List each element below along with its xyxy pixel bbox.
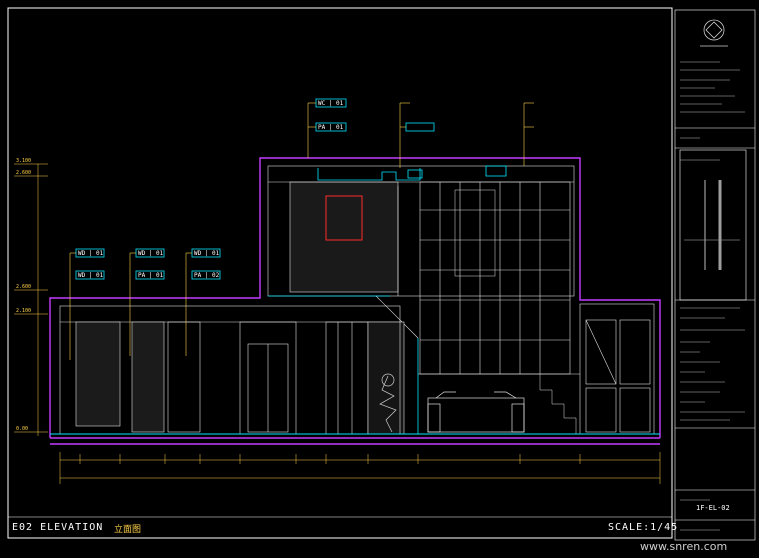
tag-wd01-a: WD | 01	[78, 250, 104, 257]
tag-wd01-b: WD | 01	[78, 272, 104, 279]
title-block	[674, 9, 756, 541]
level-1: 3.100	[16, 158, 31, 164]
lower-walls	[59, 305, 405, 435]
tag-wd01-c: WD | 01	[138, 250, 164, 257]
level-2: 2.600	[16, 170, 31, 176]
stair	[418, 373, 580, 434]
level-3: 2.600	[16, 284, 31, 290]
scale-label: SCALE:1/45	[608, 522, 679, 533]
upper-room	[267, 165, 575, 375]
tag-wd01-d: WD | 01	[194, 250, 220, 257]
sofa	[427, 391, 525, 433]
title-block-notes	[680, 61, 745, 531]
tag-pa01-top: PA | 01	[318, 124, 344, 131]
level-5: 0.00	[16, 426, 28, 432]
watermark: www.snren.com	[640, 540, 728, 553]
elevation-drawing: 3.100 2.600 2.600 2.100 0.00 WC | 01 PA …	[7, 7, 756, 541]
dimension-line	[59, 452, 661, 484]
tag-pa01: PA | 01	[138, 272, 164, 279]
elevation-title: E02 ELEVATION	[12, 522, 104, 533]
right-window	[579, 303, 655, 435]
company-logo	[700, 19, 728, 47]
elevation-subtitle: 立面图	[114, 525, 142, 535]
level-markers: 3.100 2.600 2.600 2.100 0.00	[14, 158, 48, 436]
chandelier	[454, 189, 496, 277]
tag-wc01: WC | 01	[318, 100, 344, 107]
tag-pa02: PA | 02	[194, 272, 220, 279]
level-4: 2.100	[16, 308, 31, 314]
sheet-number: 1F-EL-02	[696, 504, 730, 512]
